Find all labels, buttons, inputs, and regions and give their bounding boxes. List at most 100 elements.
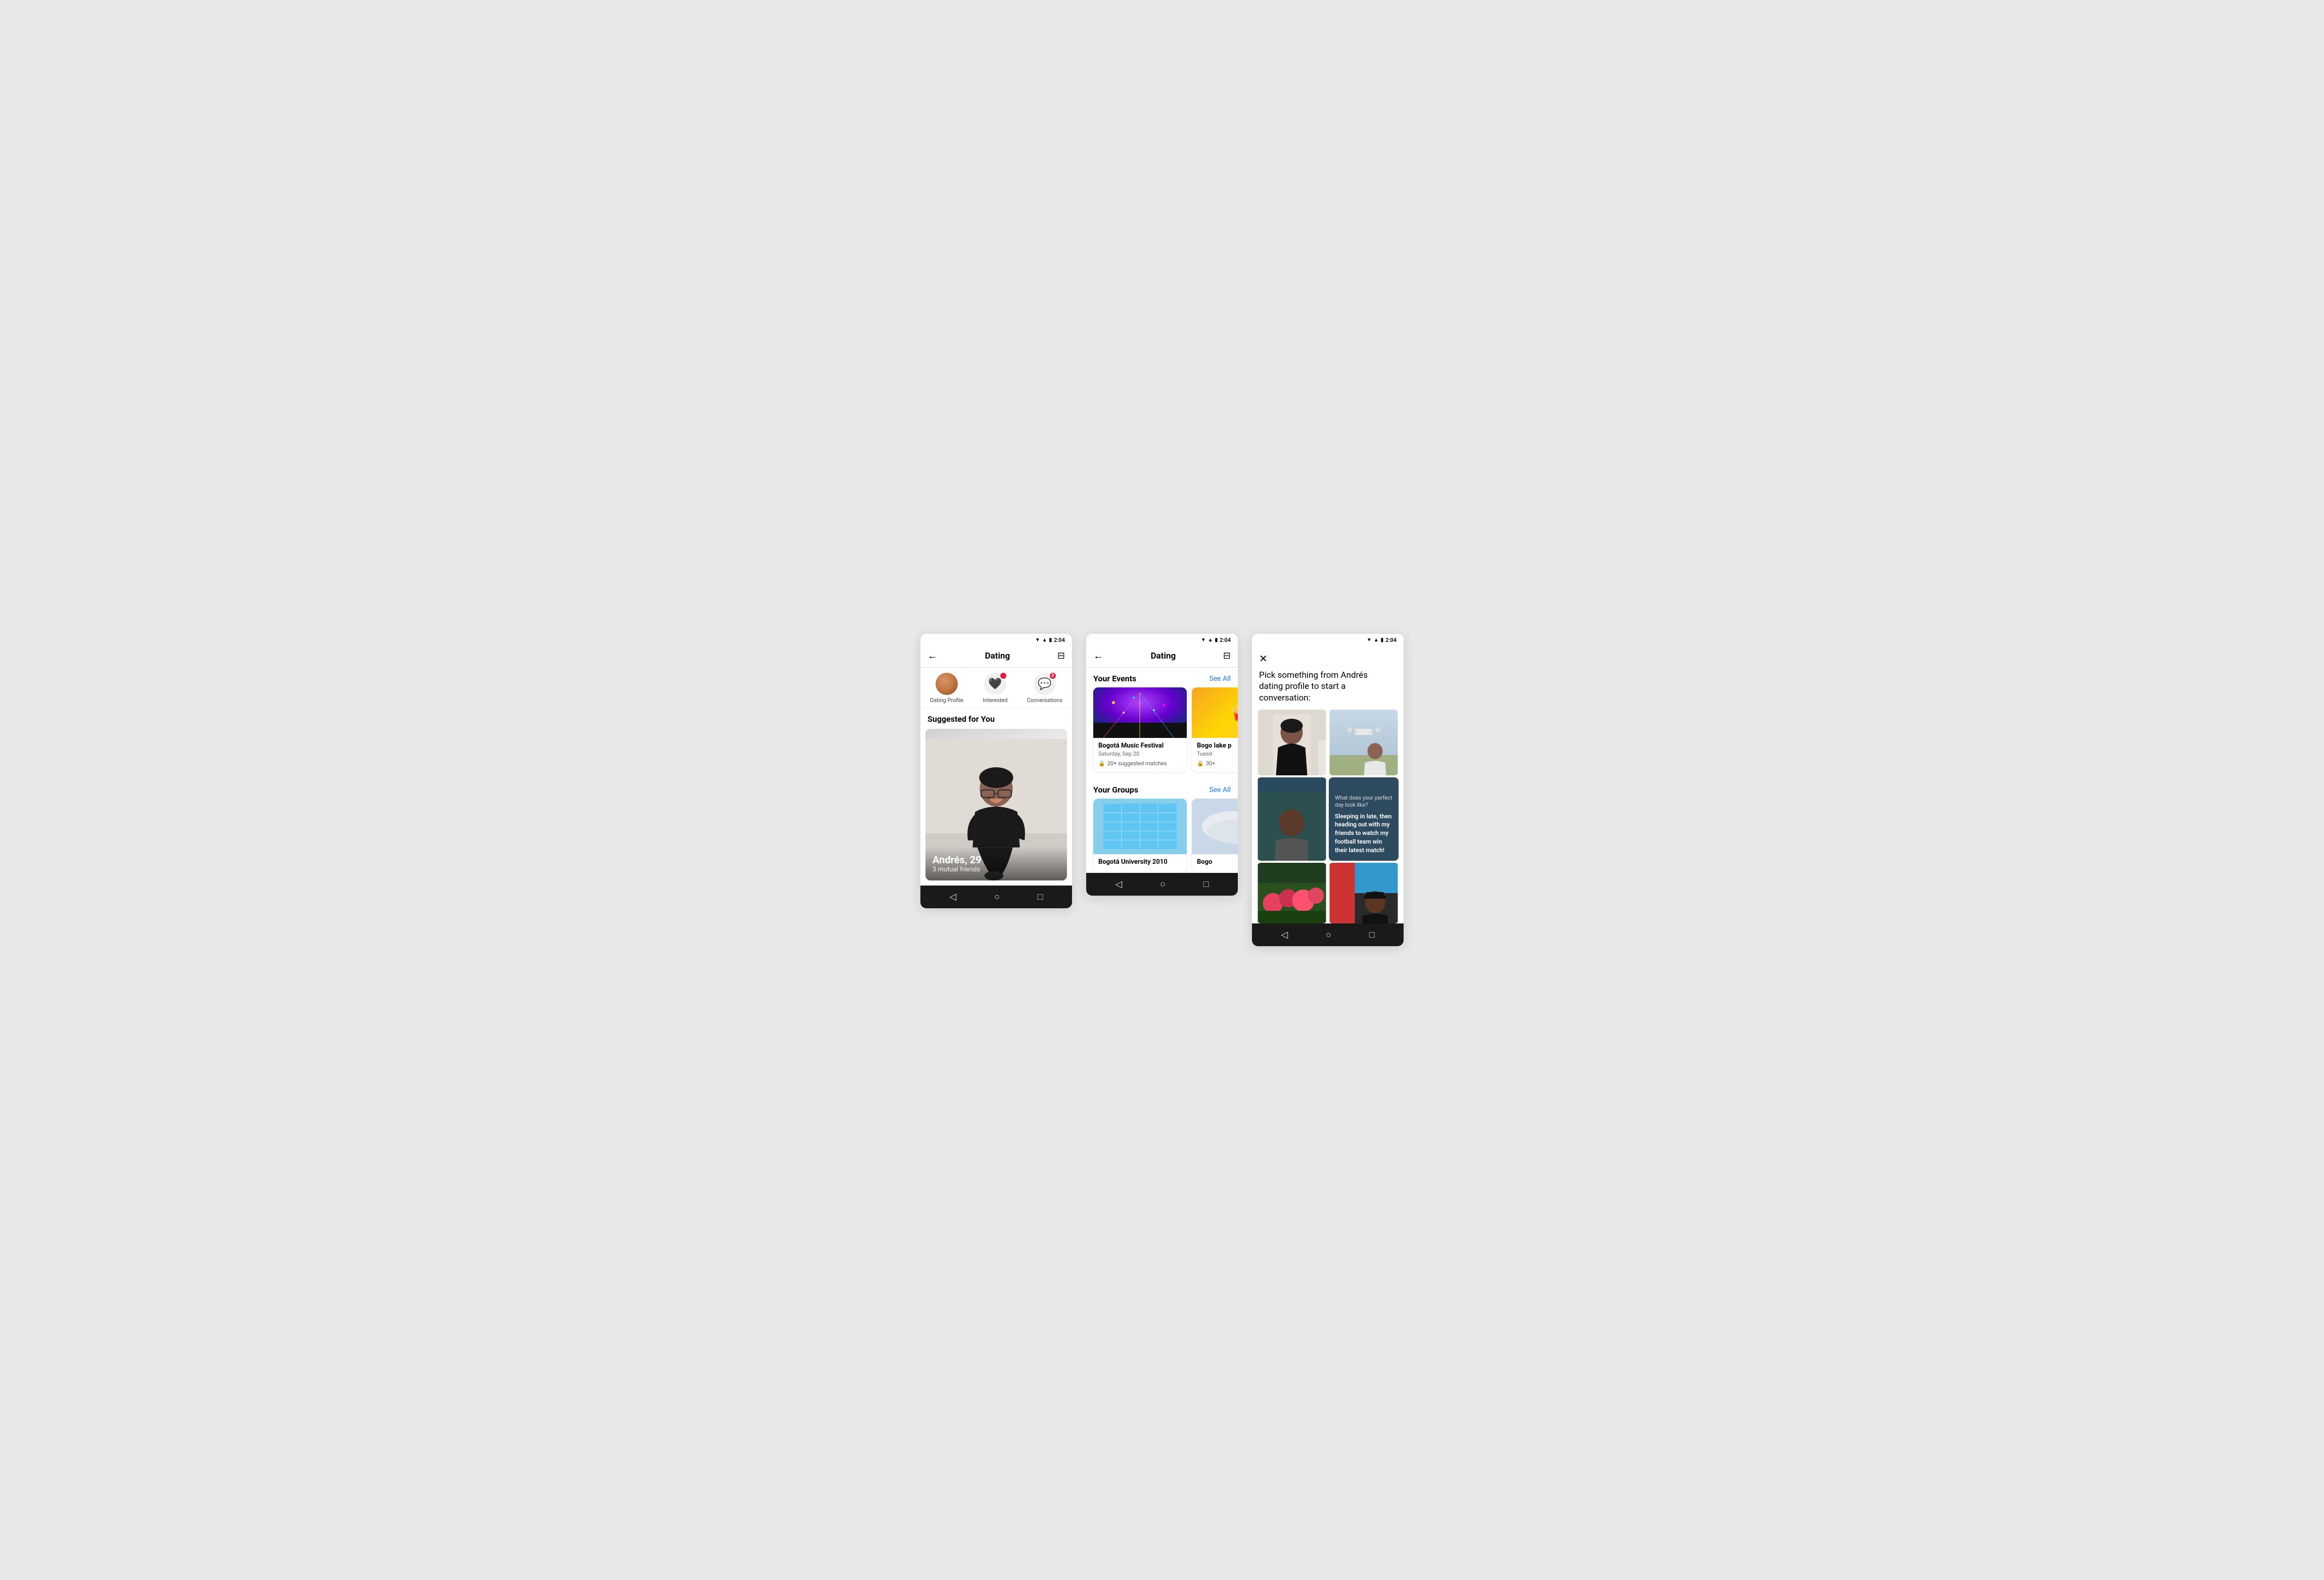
- phone-1-content: Suggested for You: [920, 708, 1072, 886]
- signal-icon-3: ▼: [1367, 637, 1372, 643]
- group-img-1: [1093, 799, 1187, 854]
- event-card-body-2: Bogo lake p Tuesd 🔒 30+: [1192, 738, 1238, 772]
- concert-svg: [1093, 687, 1187, 738]
- photo-cell-1[interactable]: [1257, 710, 1327, 775]
- photo-cell-5[interactable]: [1257, 863, 1327, 923]
- status-bar-1: ▼ ▲ ▮ 2:04: [920, 634, 1072, 645]
- event-matches-1: 🔒 20+ suggested matches: [1098, 760, 1182, 767]
- see-all-groups[interactable]: See All: [1209, 786, 1231, 794]
- photo-5-svg: [1257, 863, 1327, 923]
- event-name-1: Bogotá Music Festival: [1098, 742, 1182, 750]
- events-title: Your Events: [1093, 674, 1136, 683]
- groups-scroll: Bogotá University 2010 Bogo: [1086, 799, 1238, 871]
- status-time-3: 2:04: [1385, 637, 1397, 643]
- nav-square-3[interactable]: □: [1369, 930, 1375, 940]
- interested-badge: [999, 672, 1007, 680]
- event-date-1: Saturday, Sep 20: [1098, 751, 1182, 757]
- dating-profile-icon: [936, 673, 958, 695]
- nav-back-1[interactable]: ◁: [949, 892, 956, 902]
- dating-profile-label: Dating Profile: [930, 697, 963, 704]
- groups-header: Your Groups See All: [1086, 779, 1238, 799]
- group-img-2: [1192, 799, 1238, 854]
- event-card-2[interactable]: 🍟 Bogo lake p Tuesd 🔒 30+: [1192, 687, 1238, 772]
- phone-3-content: What does your perfect day look like? Sl…: [1252, 710, 1404, 923]
- signal-icon: ▼: [1035, 637, 1040, 643]
- nav-home-1[interactable]: ○: [994, 892, 1000, 902]
- wifi-icon-3: ▲: [1374, 637, 1379, 643]
- chat-icon: 💬: [1038, 678, 1051, 690]
- pick-title-container: Pick something from Andrés dating profil…: [1252, 670, 1404, 709]
- page-title-1: Dating: [985, 651, 1010, 661]
- app-header-1: ← Dating ⊟: [920, 645, 1072, 667]
- filter-icon-1[interactable]: ⊟: [1057, 650, 1065, 661]
- photo-cell-3[interactable]: [1257, 777, 1327, 861]
- bottom-nav-2: ◁ ○ □: [1086, 873, 1238, 896]
- conversations-badge: 3: [1049, 672, 1057, 680]
- wifi-icon: ▲: [1042, 637, 1047, 643]
- wifi-icon-2: ▲: [1208, 637, 1213, 643]
- page-title-2: Dating: [1151, 651, 1176, 661]
- status-icons-3: ▼ ▲ ▮ 2:04: [1367, 637, 1397, 643]
- event-matches-2: 🔒 30+: [1197, 760, 1238, 767]
- heart-icon: 🖤: [988, 678, 1002, 690]
- event-date-2: Tuesd: [1197, 751, 1238, 757]
- conversations-label: Conversations: [1027, 697, 1062, 704]
- close-button[interactable]: ✕: [1259, 653, 1268, 665]
- event-card-1[interactable]: Bogotá Music Festival Saturday, Sep 20 🔒…: [1093, 687, 1187, 772]
- events-scroll: Bogotá Music Festival Saturday, Sep 20 🔒…: [1086, 687, 1238, 777]
- profile-mutual: 3 mutual friends: [933, 866, 1060, 873]
- battery-icon-2: ▮: [1215, 637, 1218, 643]
- nav-square-2[interactable]: □: [1203, 879, 1209, 890]
- lock-icon-2: 🔒: [1197, 760, 1204, 767]
- filter-icon-2[interactable]: ⊟: [1223, 650, 1231, 661]
- app-header-2: ← Dating ⊟: [1086, 645, 1238, 667]
- group-card-1[interactable]: Bogotá University 2010: [1093, 799, 1187, 871]
- battery-icon: ▮: [1049, 637, 1052, 643]
- photo-1-svg: [1257, 710, 1327, 775]
- groups-section: Your Groups See All: [1086, 777, 1238, 873]
- see-all-events[interactable]: See All: [1209, 675, 1231, 683]
- bottom-nav-3: ◁ ○ □: [1252, 923, 1404, 946]
- events-header: Your Events See All: [1086, 668, 1238, 687]
- nav-back-2[interactable]: ◁: [1115, 879, 1122, 890]
- nav-square-1[interactable]: □: [1038, 892, 1043, 902]
- status-time: 2:04: [1054, 637, 1065, 643]
- pick-title: Pick something from Andrés dating profil…: [1259, 670, 1397, 703]
- profile-name: Andrés, 29: [933, 854, 1060, 866]
- tab-conversations[interactable]: 💬 3 Conversations: [1027, 673, 1062, 704]
- battery-icon-3: ▮: [1381, 637, 1384, 643]
- photo-cell-6[interactable]: [1329, 863, 1399, 923]
- phone-2: ▼ ▲ ▮ 2:04 ← Dating ⊟ Your Events See Al…: [1086, 634, 1238, 896]
- photo-cell-2[interactable]: [1329, 710, 1399, 775]
- back-button-2[interactable]: ←: [1093, 649, 1103, 662]
- photo-cell-4-dark[interactable]: What does your perfect day look like? Sl…: [1329, 777, 1399, 861]
- tab-interested[interactable]: 🖤 Interested: [983, 673, 1007, 704]
- photo-2-svg: [1329, 710, 1399, 775]
- nav-home-3[interactable]: ○: [1326, 930, 1331, 940]
- nav-tabs-1: Dating Profile 🖤 Interested 💬 3 Conversa…: [920, 668, 1072, 708]
- photo-6-svg: [1329, 863, 1399, 923]
- nav-home-2[interactable]: ○: [1160, 879, 1166, 890]
- group-card-2[interactable]: Bogo: [1192, 799, 1238, 871]
- profile-card[interactable]: Andrés, 29 3 mutual friends: [925, 729, 1067, 880]
- profile-avatar: [936, 673, 958, 695]
- back-button-1[interactable]: ←: [927, 649, 938, 662]
- profile-info: Andrés, 29 3 mutual friends: [925, 847, 1067, 880]
- event-name-2: Bogo lake p: [1197, 742, 1238, 750]
- tab-dating-profile[interactable]: Dating Profile: [930, 673, 963, 704]
- phone-3: ▼ ▲ ▮ 2:04 ✕ Pick something from Andrés …: [1252, 634, 1404, 946]
- clouds-svg: [1192, 799, 1238, 854]
- bottom-nav-1: ◁ ○ □: [920, 886, 1072, 908]
- interested-label: Interested: [983, 697, 1007, 704]
- status-bar-2: ▼ ▲ ▮ 2:04: [1086, 634, 1238, 645]
- photo-answer: Sleeping in late, then heading out with …: [1335, 812, 1392, 855]
- nav-back-3[interactable]: ◁: [1281, 930, 1288, 940]
- concert-image: [1093, 687, 1187, 738]
- lock-icon-1: 🔒: [1098, 760, 1105, 767]
- status-time-2: 2:04: [1220, 637, 1231, 643]
- phones-container: ▼ ▲ ▮ 2:04 ← Dating ⊟ Dating Profile: [920, 634, 1404, 946]
- groups-title: Your Groups: [1093, 785, 1138, 795]
- phone-1: ▼ ▲ ▮ 2:04 ← Dating ⊟ Dating Profile: [920, 634, 1072, 908]
- status-bar-3: ▼ ▲ ▮ 2:04: [1252, 634, 1404, 645]
- conversations-icon-container: 💬 3: [1034, 673, 1056, 695]
